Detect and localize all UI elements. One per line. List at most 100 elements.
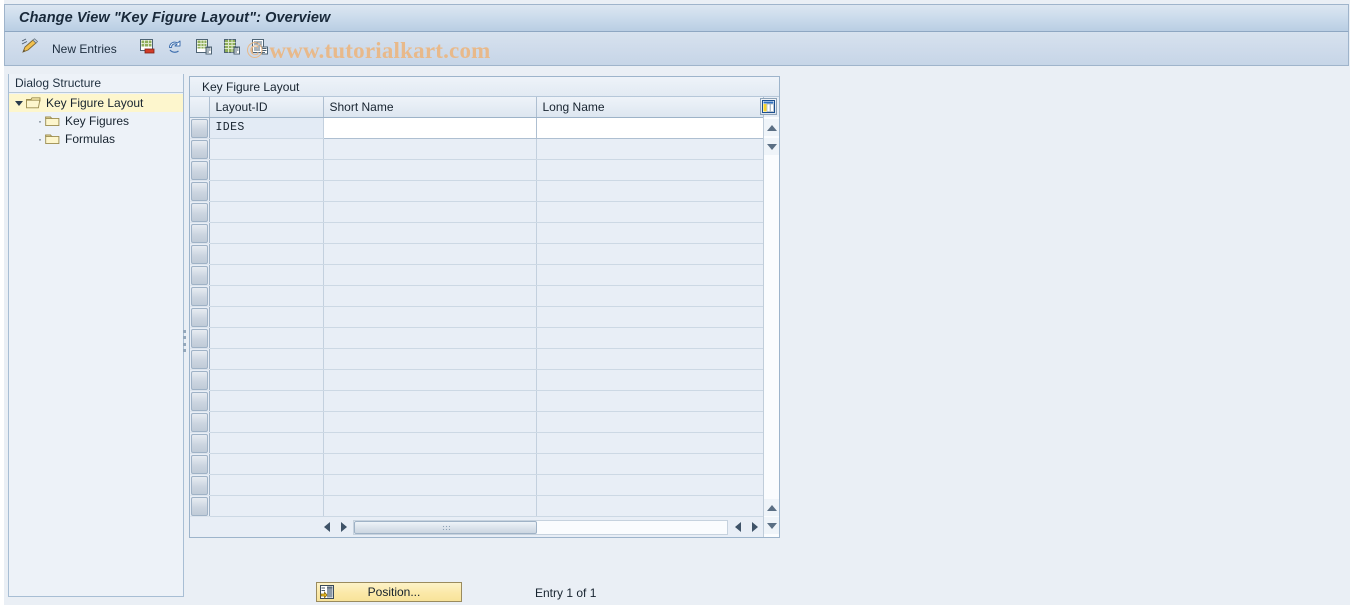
table-vertical-scrollbar[interactable] [763,117,779,537]
table-row-empty[interactable] [190,327,764,349]
row-select-box[interactable] [191,328,208,347]
row-select-box[interactable] [191,265,208,284]
cell-short-name-empty[interactable] [323,264,537,286]
cell-layout-id-empty[interactable] [209,243,324,265]
row-select-box[interactable] [191,223,208,242]
table-row-empty[interactable] [190,180,764,202]
table-row-empty[interactable] [190,453,764,475]
row-select-cell[interactable] [190,243,210,265]
table-row-empty[interactable] [190,411,764,433]
select-all-button[interactable] [218,36,246,62]
cell-long-name-empty[interactable] [536,138,764,160]
cell-short-name-empty[interactable] [323,390,537,412]
hscroll-track[interactable] [353,519,728,535]
cell-layout-id-empty[interactable] [209,201,324,223]
row-select-cell[interactable] [190,390,210,412]
row-select-cell[interactable] [190,369,210,391]
table-row-empty[interactable] [190,390,764,412]
cell-short-name-empty[interactable] [323,159,537,181]
row-select-cell[interactable] [190,432,210,454]
row-select-cell[interactable] [190,222,210,244]
cell-long-name-empty[interactable] [536,411,764,433]
table-row-empty[interactable] [190,201,764,223]
cell-long-name-empty[interactable] [536,180,764,202]
cell-layout-id-empty[interactable] [209,432,324,454]
hscroll-page-right-button[interactable] [746,519,763,535]
cell-short-name-empty[interactable] [323,453,537,475]
row-select-cell[interactable] [190,348,210,370]
cell-short-name-empty[interactable] [323,138,537,160]
cell-short-name-empty[interactable] [323,243,537,265]
table-settings-button[interactable] [760,98,777,115]
cell-long-name-empty[interactable] [536,495,764,517]
cell-long-name-empty[interactable] [536,474,764,496]
cell-short-name-empty[interactable] [323,180,537,202]
scroll-page-down-button[interactable] [764,517,779,534]
panel-splitter-handle[interactable] [183,330,188,352]
tree-item-formulas[interactable]: · Formulas [9,130,183,148]
row-select-cell[interactable] [190,474,210,496]
table-horizontal-scrollbar[interactable] [190,517,763,537]
cell-long-name-empty[interactable] [536,306,764,328]
row-select-cell[interactable] [190,159,210,181]
row-select-box[interactable] [191,454,208,473]
row-select-box[interactable] [191,391,208,410]
cell-long-name-empty[interactable] [536,201,764,223]
cell-layout-id-empty[interactable] [209,390,324,412]
column-header-layout-id[interactable]: Layout-ID [209,97,324,118]
table-row-empty[interactable] [190,432,764,454]
hscroll-right-button[interactable] [335,519,352,535]
scroll-up-button[interactable] [764,119,779,136]
cell-long-name-empty[interactable] [536,453,764,475]
table-row-empty[interactable] [190,285,764,307]
row-select-box[interactable] [191,370,208,389]
row-select-cell[interactable] [190,327,210,349]
chevron-down-icon[interactable] [13,97,26,110]
cell-long-name-empty[interactable] [536,222,764,244]
cell-layout-id-empty[interactable] [209,453,324,475]
cell-layout-id-empty[interactable] [209,474,324,496]
cell-short-name-empty[interactable] [323,432,537,454]
row-select-cell[interactable] [190,180,210,202]
column-header-long-name[interactable]: Long Name [536,97,764,118]
cell-layout-id-empty[interactable] [209,348,324,370]
table-row-empty[interactable] [190,495,764,517]
table-row-empty[interactable] [190,474,764,496]
cell-layout-id-empty[interactable] [209,180,324,202]
row-select-box[interactable] [191,118,208,137]
cell-long-name-empty[interactable] [536,159,764,181]
table-row-empty[interactable] [190,348,764,370]
cell-layout-id-empty[interactable] [209,138,324,160]
cell-short-name-empty[interactable] [323,285,537,307]
cell-short-name-empty[interactable] [323,201,537,223]
tree-item-key-figure-layout[interactable]: Key Figure Layout [9,94,183,112]
hscroll-page-left-button[interactable] [729,519,746,535]
row-select-box[interactable] [191,181,208,200]
row-select-box[interactable] [191,286,208,305]
row-select-box[interactable] [191,160,208,179]
table-row-empty[interactable] [190,159,764,181]
table-row-empty[interactable] [190,306,764,328]
row-select-cell[interactable] [190,306,210,328]
cell-layout-id-empty[interactable] [209,327,324,349]
row-select-box[interactable] [191,475,208,494]
row-select-cell[interactable] [190,411,210,433]
row-select-box[interactable] [191,139,208,158]
row-select-box[interactable] [191,412,208,431]
scroll-down-button[interactable] [764,138,779,155]
new-entries-button[interactable]: New Entries [45,36,128,62]
row-select-cell[interactable] [190,285,210,307]
cell-long-name-empty[interactable] [536,369,764,391]
row-select-cell[interactable] [190,453,210,475]
cell-long-name-empty[interactable] [536,432,764,454]
hscroll-thumb[interactable] [354,520,537,534]
row-select-box[interactable] [191,307,208,326]
cell-long-name[interactable] [536,117,764,139]
display-change-button[interactable] [15,36,45,62]
cell-short-name-empty[interactable] [323,369,537,391]
table-row-empty[interactable] [190,138,764,160]
table-row-empty[interactable] [190,222,764,244]
cell-layout-id-empty[interactable] [209,306,324,328]
cell-layout-id[interactable]: IDES [209,117,324,139]
cell-short-name-empty[interactable] [323,327,537,349]
